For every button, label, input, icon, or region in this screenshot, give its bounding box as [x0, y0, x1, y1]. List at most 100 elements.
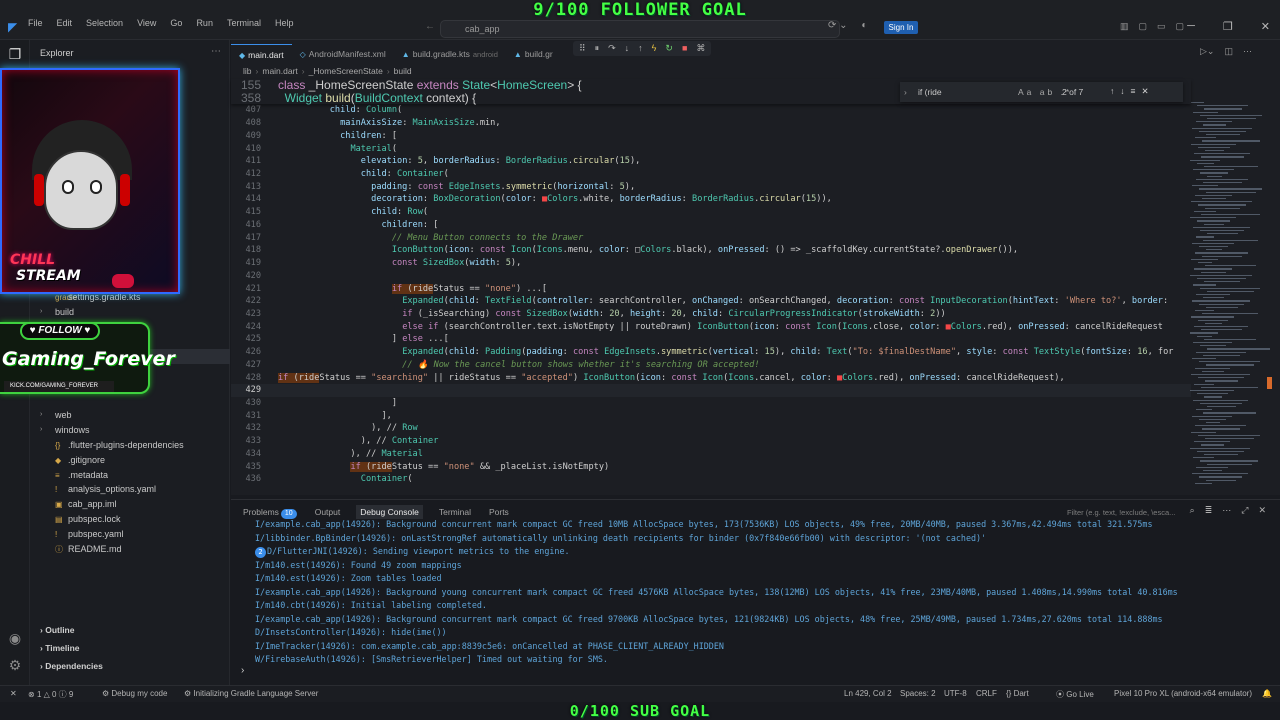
line-text[interactable]: ), // Material — [278, 448, 422, 461]
code-line[interactable]: 420 — [231, 270, 1191, 283]
tree-item[interactable]: ▤ pubspec.lock — [30, 512, 230, 527]
breadcrumb-method[interactable]: build — [394, 66, 412, 76]
step-over-icon[interactable]: ↷ — [608, 43, 616, 54]
code-line[interactable]: 418 IconButton(icon: const Icon(Icons.me… — [231, 244, 1191, 257]
go-live-button[interactable]: ⦿ Go Live — [1056, 689, 1094, 700]
split-editor-icon[interactable]: ◫ — [1224, 46, 1233, 57]
console-line[interactable]: I/example.cab_app(14926): Background con… — [255, 613, 1265, 627]
panel-tab-1[interactable]: Output — [313, 505, 343, 519]
code-line[interactable]: 422 Expanded(child: TextField(controller… — [231, 295, 1191, 308]
restart-icon[interactable]: ↻ — [665, 43, 673, 54]
panel-tab-4[interactable]: Ports — [487, 505, 511, 519]
line-text[interactable]: else if (searchController.text.isNotEmpt… — [278, 321, 1163, 334]
code-line[interactable]: 421 if (rideStatus == "none") ...[ — [231, 283, 1191, 296]
code-line[interactable]: 432 ), // Row — [231, 422, 1191, 435]
code-line[interactable]: 416 children: [ — [231, 219, 1191, 232]
line-text[interactable]: if (rideStatus == "searching" || rideSta… — [278, 372, 1065, 385]
code-line[interactable]: 409 children: [ — [231, 130, 1191, 143]
line-text[interactable]: child: Container( — [278, 168, 449, 181]
line-text[interactable]: ] — [278, 397, 397, 410]
code-line[interactable]: 427 // 🔥 Now the cancel button shows whe… — [231, 359, 1191, 372]
stop-icon[interactable]: ■ — [682, 43, 687, 54]
line-text[interactable]: IconButton(icon: const Icon(Icons.menu, … — [278, 244, 1018, 257]
problems-summary[interactable]: ⊗ 1 △ 0 ⓘ 9 — [28, 689, 73, 700]
console-line[interactable]: I/example.cab_app(14926): Background you… — [255, 586, 1265, 600]
code-line[interactable]: 414 decoration: BoxDecoration(color: ■Co… — [231, 193, 1191, 206]
maximize-panel-icon[interactable]: ⤢ — [1241, 505, 1248, 516]
line-text[interactable]: child: Row( — [278, 206, 428, 219]
console-line[interactable]: I/m140.est(14926): Zoom tables loaded — [255, 572, 1265, 586]
encoding[interactable]: UTF-8 — [944, 689, 967, 698]
line-text[interactable]: Container( — [278, 473, 413, 486]
code-line[interactable]: 436 Container( — [231, 473, 1191, 486]
settings-gear-icon[interactable]: ⚙ — [7, 657, 23, 673]
code-line[interactable]: 434 ), // Material — [231, 448, 1191, 461]
close-panel-icon[interactable]: ✕ — [1258, 505, 1266, 516]
line-text[interactable]: if (_isSearching) const SizedBox(width: … — [278, 308, 946, 321]
line-text[interactable]: if (rideStatus == "none" && _placeList.i… — [278, 461, 609, 474]
tree-item[interactable]: ⓘ README.md — [30, 542, 230, 557]
code-line[interactable]: 417 // Menu Button connects to the Drawe… — [231, 232, 1191, 245]
line-text[interactable]: child: Column( — [278, 104, 402, 117]
console-line[interactable]: D/InsetsController(14926): hide(ime()) — [255, 626, 1265, 640]
line-text[interactable]: decoration: BoxDecoration(color: ■Colors… — [278, 193, 832, 206]
devtools-icon[interactable]: ⌘ — [696, 43, 705, 54]
code-line[interactable]: 410 Material( — [231, 143, 1191, 156]
tree-item[interactable]: ! analysis_options.yaml — [30, 482, 230, 497]
panel-tab-3[interactable]: Terminal — [437, 505, 473, 519]
line-text[interactable]: // 🔥 Now the cancel button shows whether… — [278, 359, 759, 372]
line-text[interactable]: mainAxisSize: MainAxisSize.min, — [278, 117, 500, 130]
tree-item[interactable]: ▣ cab_app.iml — [30, 497, 230, 512]
code-line[interactable]: 411 elevation: 5, borderRadius: BorderRa… — [231, 155, 1191, 168]
more-actions-icon[interactable]: ⋯ — [211, 46, 221, 57]
indentation[interactable]: Spaces: 2 — [900, 689, 936, 698]
panel-tab-0[interactable]: Problems 10 — [241, 505, 299, 519]
step-into-icon[interactable]: ↓ — [625, 43, 630, 54]
line-text[interactable]: ] else ...[ — [278, 333, 449, 346]
minimap[interactable] — [1190, 102, 1270, 492]
code-line[interactable]: 433 ), // Container — [231, 435, 1191, 448]
code-line[interactable]: 423 if (_isSearching) const SizedBox(wid… — [231, 308, 1191, 321]
pause-icon[interactable]: ⏸ — [595, 43, 600, 54]
tree-item[interactable]: ≡ .metadata — [30, 468, 230, 483]
line-text[interactable]: children: [ — [278, 130, 397, 143]
code-line[interactable]: 425 ] else ...[ — [231, 333, 1191, 346]
code-line[interactable]: 408 mainAxisSize: MainAxisSize.min, — [231, 117, 1191, 130]
line-text[interactable]: const SizedBox(width: 5), — [278, 257, 521, 270]
find-input[interactable]: if (ride — [918, 87, 942, 97]
console-line[interactable]: I/m140.est(14926): Found 49 zoom mapping… — [255, 559, 1265, 573]
tree-item[interactable]: {} .flutter-plugins-dependencies — [30, 438, 230, 453]
line-text[interactable]: Widget build(BuildContext context) { — [278, 91, 476, 105]
tree-item[interactable]: › web — [30, 408, 230, 423]
breadcrumb-file[interactable]: main.dart — [262, 66, 297, 76]
console-line[interactable]: I/libbinder.BpBinder(14926): onLastStron… — [255, 532, 1265, 546]
line-text[interactable]: Expanded(child: Padding(padding: const E… — [278, 346, 1173, 359]
step-out-icon[interactable]: ↑ — [638, 43, 643, 54]
line-ending[interactable]: CRLF — [976, 689, 997, 698]
line-text[interactable]: ), // Container — [278, 435, 439, 448]
code-line[interactable]: 430 ] — [231, 397, 1191, 410]
find-nav-icons[interactable]: ↑↓≡✕ — [1110, 86, 1155, 97]
code-line[interactable]: 435 if (rideStatus == "none" && _placeLi… — [231, 461, 1191, 474]
language-mode[interactable]: {} Dart — [1006, 689, 1029, 698]
tab-1[interactable]: ◇ AndroidManifest.xml — [292, 44, 394, 64]
code-line[interactable]: 428 if (rideStatus == "searching" || ride… — [231, 372, 1191, 385]
code-line[interactable]: 412 child: Container( — [231, 168, 1191, 181]
line-text[interactable]: ), // Row — [278, 422, 418, 435]
tree-item[interactable]: › build — [30, 305, 230, 320]
layout-toggle-icon[interactable]: ▥ — [1120, 21, 1129, 32]
tree-item[interactable]: ! pubspec.yaml — [30, 527, 230, 542]
section-outline[interactable]: › Outline — [40, 625, 74, 635]
sidebar-toggle-icon[interactable]: ▢ — [1139, 21, 1148, 32]
code-line[interactable]: 431 ], — [231, 410, 1191, 423]
code-line[interactable]: 415 child: Row( — [231, 206, 1191, 219]
sign-in-button[interactable]: Sign In — [884, 21, 918, 34]
code-line[interactable]: 407 child: Column( — [231, 104, 1191, 117]
panel-more-icon[interactable]: ⋯ — [1222, 505, 1231, 516]
console-prompt-icon[interactable]: › — [241, 665, 244, 676]
line-text[interactable]: // Menu Button connects to the Drawer — [278, 232, 583, 245]
debug-console-output[interactable]: I/example.cab_app(14926): Background con… — [255, 518, 1265, 667]
line-text[interactable]: padding: const EdgeInsets.symmetric(hori… — [278, 181, 635, 194]
line-text[interactable]: if (rideStatus == "none") ...[ — [278, 283, 547, 296]
panel-toggle-icon[interactable]: ▭ — [1157, 21, 1166, 32]
